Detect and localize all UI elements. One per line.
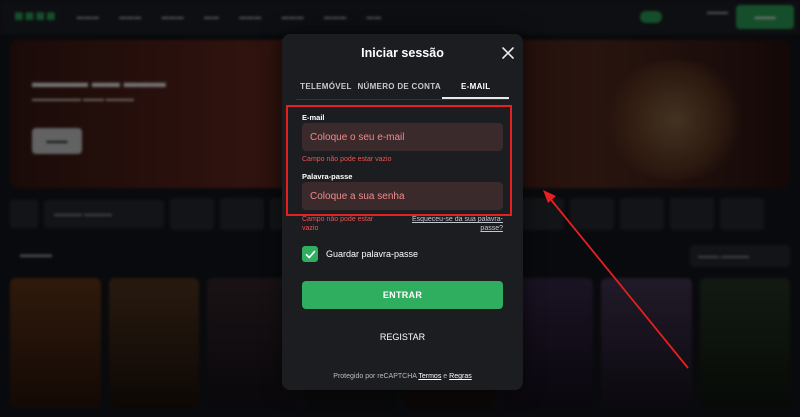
check-icon[interactable] bbox=[302, 246, 318, 262]
register-button[interactable]: REGISTAR bbox=[302, 324, 503, 350]
recaptcha-notice: Protegido por reCAPTCHA Termos e Regras bbox=[282, 373, 523, 380]
remember-password[interactable]: Guardar palavra-passe bbox=[302, 246, 418, 262]
annotation-highlight-box bbox=[286, 105, 512, 216]
close-icon[interactable] bbox=[501, 46, 515, 60]
login-button[interactable]: ENTRAR bbox=[302, 281, 503, 309]
modal-title: Iniciar sessão bbox=[361, 46, 444, 60]
tab-email[interactable]: E-MAIL bbox=[442, 76, 509, 99]
terms-link[interactable]: Termos bbox=[418, 373, 441, 380]
remember-label: Guardar palavra-passe bbox=[326, 249, 419, 259]
recaptcha-text: Protegido por reCAPTCHA bbox=[333, 373, 417, 380]
login-method-tabs: TELEMÓVEL NÚMERO DE CONTA E-MAIL bbox=[296, 76, 509, 100]
tab-phone[interactable]: TELEMÓVEL bbox=[296, 76, 356, 99]
password-error: Campo não pode estar vazio bbox=[302, 216, 374, 232]
rules-link[interactable]: Regras bbox=[449, 373, 472, 380]
tab-account-number[interactable]: NÚMERO DE CONTA bbox=[356, 76, 443, 99]
forgot-password-link[interactable]: Esqueceu-se da sua palavra-passe? bbox=[393, 215, 503, 233]
recaptcha-and: e bbox=[443, 373, 448, 380]
